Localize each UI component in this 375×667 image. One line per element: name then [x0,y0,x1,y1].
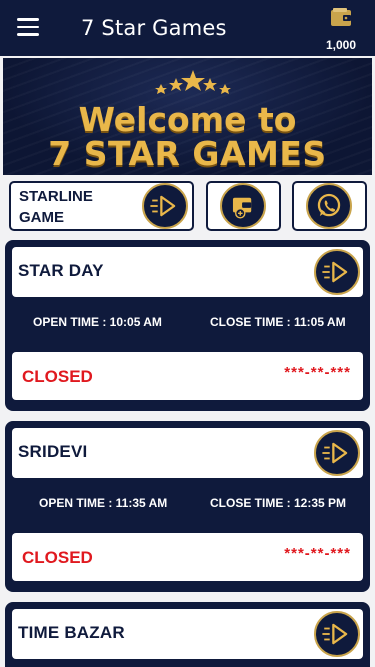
play-icon[interactable] [314,611,360,657]
starline-game-button[interactable]: STARLINE GAME [9,181,194,231]
welcome-banner: Welcome to 7 STAR GAMES [3,58,372,175]
market-card-star-day: STAR DAY OPEN TIME : 10:05 AM CLOSE TIME… [5,240,370,411]
app-bar: 7 Star Games 1,000 [0,0,375,56]
banner-brand-text: 7 STAR GAMES [48,134,327,173]
status-badge: CLOSED [22,367,93,386]
market-status-box: CLOSED ***-**-*** [12,533,363,581]
whatsapp-button[interactable] [292,181,367,231]
open-time: OPEN TIME : 11:35 AM [39,496,168,510]
market-status-box: CLOSED ***-**-*** [12,352,363,400]
quick-actions: STARLINE GAME [0,181,375,231]
wallet-button[interactable]: 1,000 [321,7,361,52]
stars-icon [155,70,231,94]
status-badge: CLOSED [22,548,93,567]
market-card-time-bazar: TIME BAZAR [5,602,370,667]
market-result: ***-**-*** [284,364,351,381]
market-times: OPEN TIME : 10:05 AM CLOSE TIME : 11:05 … [5,315,370,331]
hamburger-menu-icon[interactable] [17,18,39,38]
open-time: OPEN TIME : 10:05 AM [33,315,162,329]
wallet-balance: 1,000 [325,38,357,52]
wallet-icon [331,8,351,26]
market-name: TIME BAZAR [18,623,125,642]
market-header[interactable]: TIME BAZAR [12,609,363,659]
play-icon [142,183,188,229]
whatsapp-icon [306,183,352,229]
add-funds-button[interactable] [206,181,281,231]
play-icon[interactable] [314,249,360,295]
market-result: ***-**-*** [284,545,351,562]
market-header[interactable]: STAR DAY [12,247,363,297]
market-times: OPEN TIME : 11:35 AM CLOSE TIME : 12:35 … [5,496,370,512]
play-icon[interactable] [314,430,360,476]
market-card-sridevi: SRIDEVI OPEN TIME : 11:35 AM CLOSE TIME … [5,421,370,592]
app-title: 7 Star Games [81,16,227,40]
market-name: SRIDEVI [18,442,88,461]
wallet-add-icon [220,183,266,229]
starline-label: STARLINE GAME [19,188,93,226]
market-header[interactable]: SRIDEVI [12,428,363,478]
close-time: CLOSE TIME : 12:35 PM [210,496,347,510]
market-name: STAR DAY [18,261,104,280]
close-time: CLOSE TIME : 11:05 AM [210,315,346,329]
